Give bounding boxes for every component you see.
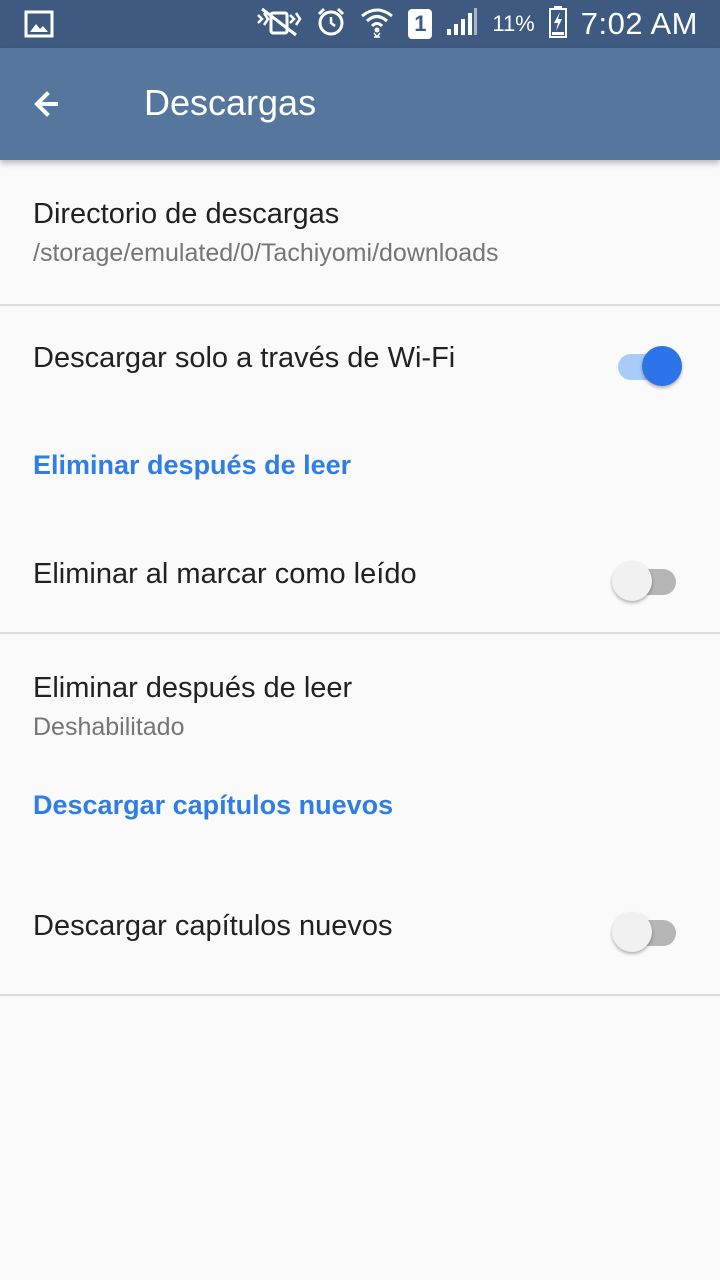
category-delete-after-read: Eliminar después de leer bbox=[0, 416, 720, 524]
pref-remove-on-mark-read[interactable]: Eliminar al marcar como leído bbox=[0, 524, 720, 632]
signal-icon bbox=[446, 7, 478, 41]
wifi-icon bbox=[360, 6, 394, 42]
pref-title: Eliminar después de leer bbox=[33, 672, 353, 704]
battery-charging-icon bbox=[548, 6, 567, 42]
toggle-thumb bbox=[612, 912, 652, 952]
mute-icon bbox=[256, 7, 302, 41]
status-bar: 1 11% 7:02 AM bbox=[0, 0, 720, 48]
category-header: Descargar capítulos nuevos bbox=[33, 790, 394, 820]
divider bbox=[0, 994, 720, 996]
download-new-toggle[interactable] bbox=[612, 908, 680, 956]
pref-summary: /storage/emulated/0/Tachiyomi/downloads bbox=[33, 239, 499, 267]
pref-title: Directorio de descargas bbox=[33, 198, 340, 230]
pref-summary: Deshabilitado bbox=[33, 713, 185, 741]
app-bar: Descargas bbox=[0, 48, 720, 160]
battery-percent: 11% bbox=[492, 11, 535, 36]
back-button[interactable] bbox=[24, 80, 72, 128]
category-header: Eliminar después de leer bbox=[33, 450, 352, 480]
pref-title: Descargar solo a través de Wi-Fi bbox=[33, 342, 456, 374]
gallery-icon bbox=[24, 10, 54, 42]
remove-on-mark-read-toggle[interactable] bbox=[612, 557, 680, 605]
page-title: Descargas bbox=[144, 82, 317, 123]
pref-title: Eliminar al marcar como leído bbox=[33, 558, 417, 590]
arrow-back-icon bbox=[34, 91, 58, 117]
pref-wifi-only[interactable]: Descargar solo a través de Wi-Fi bbox=[0, 306, 720, 416]
pref-title: Descargar capítulos nuevos bbox=[33, 910, 393, 942]
clock: 7:02 AM bbox=[580, 6, 698, 41]
sim-icon: 1 bbox=[408, 9, 433, 39]
toggle-thumb bbox=[612, 561, 652, 601]
pref-download-new[interactable]: Descargar capítulos nuevos bbox=[0, 852, 720, 994]
pref-download-directory[interactable]: Directorio de descargas /storage/emulate… bbox=[0, 160, 720, 304]
category-new-chapters: Descargar capítulos nuevos bbox=[0, 776, 720, 852]
wifi-only-toggle[interactable] bbox=[614, 342, 682, 390]
alarm-icon bbox=[316, 7, 346, 41]
toggle-thumb bbox=[642, 346, 682, 386]
preferences-list: Directorio de descargas /storage/emulate… bbox=[0, 160, 720, 996]
pref-remove-after-read[interactable]: Eliminar después de leer Deshabilitado bbox=[0, 634, 720, 776]
